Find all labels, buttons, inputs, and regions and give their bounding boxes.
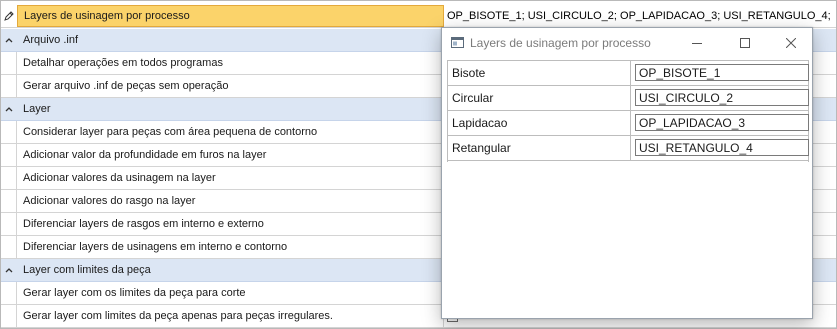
property-row-layers-usinagem[interactable]: Layers de usinagem por processo OP_BISOT… <box>1 5 836 28</box>
chevron-up-icon <box>5 107 13 112</box>
category-label: Arquivo .inf <box>23 34 79 46</box>
gutter <box>1 5 17 27</box>
collapse-toggle[interactable] <box>1 98 17 120</box>
lapidacao-layer-input[interactable] <box>635 114 809 131</box>
layers-dialog: Layers de usinagem por processo Bisote C… <box>441 27 813 319</box>
minimize-button[interactable] <box>674 28 720 58</box>
row-gutter <box>1 75 17 97</box>
row-gutter <box>1 305 17 327</box>
close-icon <box>786 38 796 48</box>
window-app-icon <box>451 37 464 48</box>
dialog-row-bisote: Bisote <box>448 61 809 86</box>
property-name: Diferenciar layers de rasgos em interno … <box>17 213 444 235</box>
collapse-toggle[interactable] <box>1 29 17 51</box>
dialog-row-lapidacao: Lapidacao <box>448 111 809 136</box>
property-name: Considerar layer para peças com área peq… <box>17 121 444 143</box>
chevron-up-icon <box>5 268 13 273</box>
row-gutter <box>1 121 17 143</box>
property-name: Detalhar operações em todos programas <box>17 52 444 74</box>
close-button[interactable] <box>768 28 814 58</box>
row-gutter <box>1 144 17 166</box>
row-gutter <box>1 52 17 74</box>
minimize-icon <box>692 43 702 44</box>
bisote-layer-input[interactable] <box>635 64 809 81</box>
property-name: Adicionar valor da profundidade em furos… <box>17 144 444 166</box>
property-name: Diferenciar layers de usinagens em inter… <box>17 236 444 258</box>
property-value[interactable]: OP_BISOTE_1; USI_CIRCULO_2; OP_LAPIDACAO… <box>444 5 836 27</box>
property-name: Adicionar valores do rasgo na layer <box>17 190 444 212</box>
maximize-icon <box>740 38 750 48</box>
dialog-title: Layers de usinagem por processo <box>470 36 651 50</box>
row-gutter <box>1 213 17 235</box>
maximize-button[interactable] <box>722 28 768 58</box>
property-name: Gerar layer com os limites da peça para … <box>17 282 444 304</box>
collapse-toggle[interactable] <box>1 259 17 281</box>
dialog-row-circular: Circular <box>448 86 809 111</box>
row-gutter <box>1 282 17 304</box>
row-gutter <box>1 167 17 189</box>
category-label: Layer com limites da peça <box>23 264 151 276</box>
pencil-icon <box>4 11 14 21</box>
row-gutter <box>1 236 17 258</box>
row-gutter <box>1 190 17 212</box>
property-name: Gerar layer com limites da peça apenas p… <box>17 305 444 327</box>
row-label: Circular <box>448 86 631 110</box>
property-name: Adicionar valores da usinagem na layer <box>17 167 444 189</box>
property-name: Gerar arquivo .inf de peças sem operação <box>17 75 444 97</box>
title-bar[interactable]: Layers de usinagem por processo <box>442 28 812 58</box>
layers-table: Bisote Circular Lapidacao Retangular <box>447 60 809 162</box>
category-label: Layer <box>23 103 51 115</box>
row-label: Bisote <box>448 61 631 85</box>
dialog-row-retangular: Retangular <box>448 136 809 161</box>
row-label: Lapidacao <box>448 111 631 135</box>
row-label: Retangular <box>448 136 631 160</box>
property-name: Layers de usinagem por processo <box>17 5 444 27</box>
circular-layer-input[interactable] <box>635 89 809 106</box>
retangular-layer-input[interactable] <box>635 139 809 156</box>
chevron-up-icon <box>5 38 13 43</box>
